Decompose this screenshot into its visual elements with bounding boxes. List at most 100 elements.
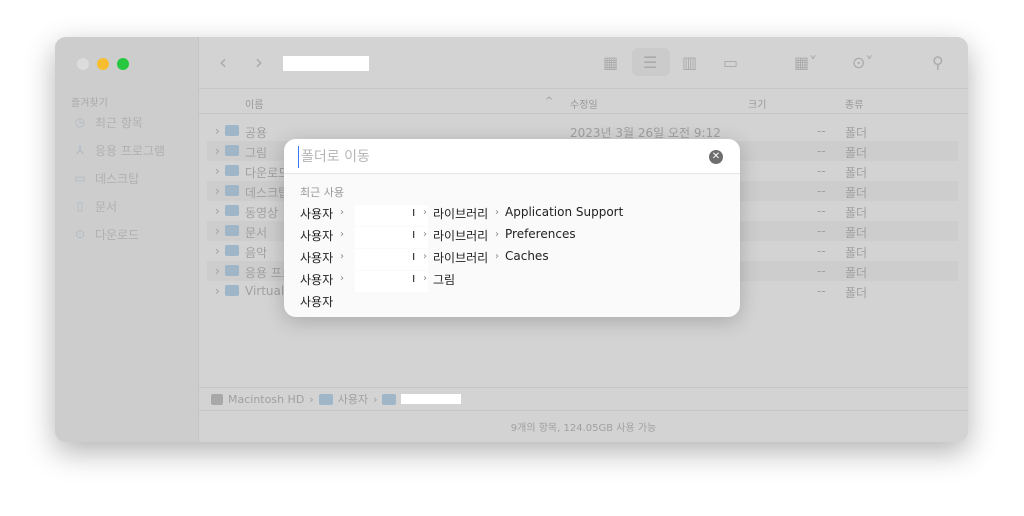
path-segment: 사용자 [300,229,334,243]
file-size: -- [817,204,826,218]
file-row[interactable]: › 공용 2023년 3월 26일 오전 9:12 -- 폴더 [207,121,958,141]
file-name: 문서 [245,226,268,240]
column-modified[interactable]: 수정일 [570,96,598,111]
sidebar: 즐겨찾기 ◷ 최근 항목 ⅄ 응용 프로그램 ▭ 데스크탑 ▯ 문서 ⊙ 다운로드 [55,37,199,442]
file-name: 그림 [245,146,268,160]
file-kind: 폴더 [845,206,868,220]
go-to-folder-dialog: ✕ 최근 사용 사용자› ı › 라이브러리› Application Supp… [284,139,740,317]
file-name: 다운로드 [245,166,290,180]
disclosure-chevron-icon[interactable]: › [215,164,220,178]
file-kind: 폴더 [845,126,868,140]
sidebar-section-favorites: 즐겨찾기 [71,98,108,109]
chevron-right-icon: › [423,207,427,218]
file-kind: 폴더 [845,146,868,160]
path-disk[interactable]: Macintosh HD [228,393,304,406]
sidebar-item-applications[interactable]: ⅄ 응용 프로그램 [73,140,165,160]
file-size: -- [817,184,826,198]
folder-path-input[interactable] [298,146,698,168]
file-kind: 폴더 [845,186,868,200]
clear-icon[interactable]: ✕ [709,150,723,164]
recent-folder-item[interactable]: 사용자 › ı › 라이브러리 › Caches [300,247,720,270]
path-segment: 그림 [433,273,456,287]
minimize-button[interactable] [97,58,109,70]
disclosure-chevron-icon[interactable]: › [215,144,220,158]
more-actions-icon[interactable]: ⊙˅ [852,53,873,72]
list-view-icon[interactable]: ☰ [643,53,657,72]
gallery-view-icon[interactable]: ▭ [723,53,738,72]
disclosure-chevron-icon[interactable]: › [215,204,220,218]
folder-icon [225,285,239,296]
disclosure-chevron-icon[interactable]: › [215,264,220,278]
disclosure-chevron-icon[interactable]: › [215,244,220,258]
disclosure-chevron-icon[interactable]: › [215,284,220,298]
folder-icon [225,245,239,256]
chevron-right-icon: › [423,273,427,284]
folder-icon [225,165,239,176]
redacted-username [355,227,428,248]
column-size[interactable]: 크기 [748,96,766,111]
file-size: -- [817,224,826,238]
redacted-username [355,271,428,292]
redacted-username [355,249,428,270]
file-name: 음악 [245,246,268,260]
clock-icon: ◷ [74,115,86,129]
recent-label: 최근 사용 [300,186,344,199]
disk-icon [211,393,223,405]
path-users[interactable]: 사용자 [338,391,368,407]
window-title-redacted [283,56,369,71]
chevron-right-icon: › [495,207,499,218]
chevron-right-icon: › [340,251,344,262]
path-segment: 라이브러리 [433,251,489,265]
sidebar-item-recents[interactable]: ◷ 최근 항목 [73,112,143,132]
status-bar: 9개의 항목, 124.05GB 사용 가능 [510,423,657,434]
disclosure-chevron-icon[interactable]: › [215,224,220,238]
disclosure-chevron-icon[interactable]: › [215,124,220,138]
forward-button[interactable]: › [255,50,263,74]
folder-icon [225,225,239,236]
column-kind[interactable]: 종류 [845,96,863,111]
path-segment: Application Support [505,205,624,219]
file-size: -- [817,284,826,298]
file-size: -- [817,264,826,278]
file-size: -- [817,244,826,258]
column-header: 이름 ^ 수정일 크기 종류 [199,90,968,114]
folder-icon [382,393,397,405]
chevron-right-icon: › [340,229,344,240]
recent-folder-item[interactable]: 사용자 [300,291,720,311]
recent-folder-item[interactable]: 사용자 › ı › 그림 [300,269,720,292]
file-size: -- [817,124,826,138]
disclosure-chevron-icon[interactable]: › [215,184,220,198]
close-button[interactable] [77,58,89,70]
document-icon: ▯ [76,199,84,213]
folder-icon [225,125,239,136]
redacted-username [355,205,428,226]
folder-icon [225,185,239,196]
path-segment: 사용자 [300,251,334,265]
path-user-redacted [401,394,462,404]
sidebar-item-downloads[interactable]: ⊙ 다운로드 [73,224,139,244]
chevron-right-icon: › [340,273,344,284]
recent-folder-item[interactable]: 사용자 › ı › 라이브러리 › Preferences [300,225,720,248]
path-segment: 사용자 [300,207,334,221]
path-segment: Caches [505,249,549,263]
group-icon[interactable]: ▦˅ [794,53,817,72]
file-kind: 폴더 [845,266,868,280]
recent-folder-item[interactable]: 사용자 › ı › 라이브러리 › Application Support [300,203,720,226]
chevron-right-icon: › [495,229,499,240]
zoom-button[interactable] [117,58,129,70]
file-kind: 폴더 [845,226,868,240]
sidebar-item-documents[interactable]: ▯ 문서 [73,196,117,216]
search-icon[interactable]: ⚲ [932,53,944,72]
path-segment: 사용자 [300,295,334,309]
sidebar-item-desktop[interactable]: ▭ 데스크탑 [73,168,139,188]
file-kind: 폴더 [845,246,868,260]
column-view-icon[interactable]: ▥ [682,53,697,72]
path-segment: 라이브러리 [433,229,489,243]
file-size: -- [817,144,826,158]
path-segment: 라이브러리 [433,207,489,221]
icon-view-icon[interactable]: ▦ [603,53,618,72]
column-name[interactable]: 이름 [245,96,263,111]
file-name: 공용 [245,126,268,140]
back-button[interactable]: ‹ [219,50,227,74]
path-bar: Macintosh HD › 사용자 › [199,387,968,411]
